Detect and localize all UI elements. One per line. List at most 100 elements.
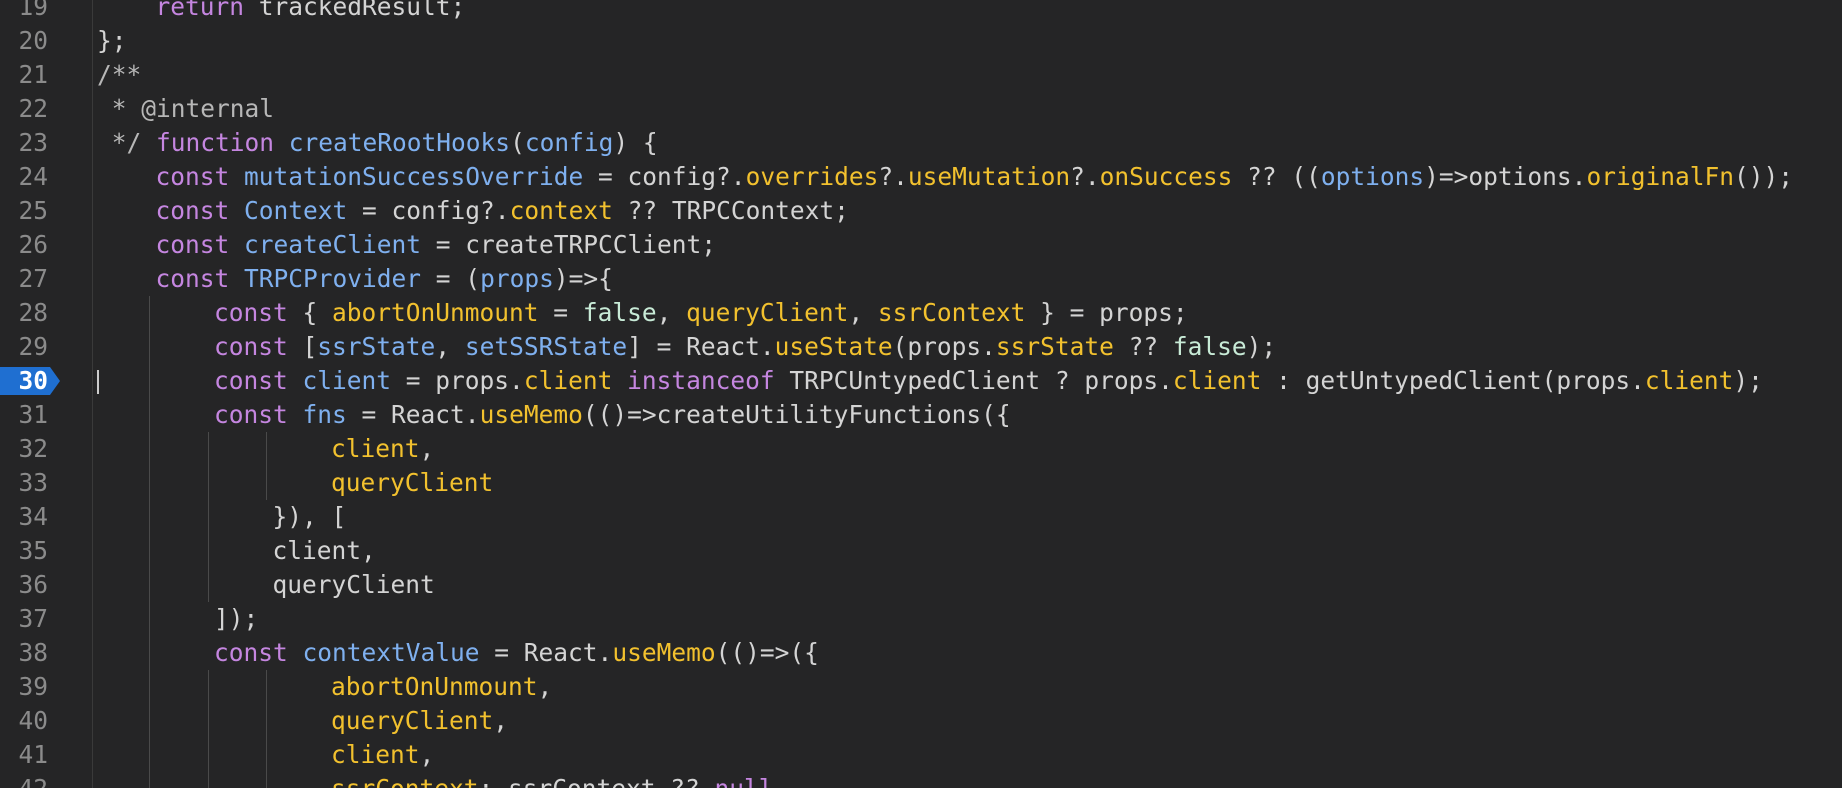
code-line[interactable]: 36 queryClient xyxy=(0,568,1842,602)
line-number: 20 xyxy=(18,26,48,55)
code-token: client xyxy=(523,366,613,395)
code-line[interactable]: 34}), [ xyxy=(0,500,1842,534)
code-token: , xyxy=(435,332,465,361)
code-line[interactable]: 21 /** xyxy=(0,58,1842,92)
code-line[interactable]: 26 const createClient = createTRPCClient; xyxy=(0,228,1842,262)
indent-guide xyxy=(266,670,267,704)
code-line[interactable]: 41 client, xyxy=(0,738,1842,772)
indent-guide xyxy=(149,772,150,788)
line-code: const [ssrState, setSSRState] = React.us… xyxy=(214,330,1276,364)
code-token: = config?. xyxy=(347,196,510,225)
code-line[interactable]: 32 client, xyxy=(0,432,1842,466)
code-token: setSSRState xyxy=(464,332,628,361)
indent-guide xyxy=(149,568,150,602)
code-token: = React. xyxy=(479,638,613,667)
line-number: 39 xyxy=(18,672,48,701)
code-token: /** xyxy=(97,60,142,89)
code-token: )=>options. xyxy=(1424,162,1587,191)
code-token: abortOnUnmount xyxy=(331,672,538,701)
indent-guide xyxy=(207,670,209,704)
code-line[interactable]: 30 const client = props.client instanceof… xyxy=(0,364,1842,398)
code-token: client xyxy=(302,366,392,395)
code-token: createClient xyxy=(244,230,422,259)
line-number: 36 xyxy=(18,570,48,599)
code-line[interactable]: 19 return trackedResult; xyxy=(0,0,1842,24)
code-token: context xyxy=(509,196,613,225)
code-line[interactable]: 31 const fns = React.useMemo(()=>createUt… xyxy=(0,398,1842,432)
code-token: , xyxy=(493,706,509,735)
line-code: ]); xyxy=(214,602,258,636)
code-token: null xyxy=(715,774,774,788)
code-editor[interactable]: 19 return trackedResult; 20}; 21/** 22 * @in… xyxy=(0,0,1842,788)
line-number: 24 xyxy=(18,162,48,191)
code-token: const xyxy=(214,638,288,667)
code-token: , xyxy=(537,672,553,701)
code-line[interactable]: 42 ssrContext: ssrContext ?? null xyxy=(0,772,1842,788)
indent-guide xyxy=(266,772,267,788)
code-line[interactable]: 29 const [ssrState, setSSRState] = React.… xyxy=(0,330,1842,364)
code-token: , xyxy=(419,434,435,463)
indent-guide xyxy=(207,500,209,534)
line-number: 25 xyxy=(18,196,48,225)
code-token: ); xyxy=(1733,366,1763,395)
code-line[interactable]: 23 */ function createRootHooks(config) { xyxy=(0,126,1842,160)
code-token: }; xyxy=(97,26,127,55)
indent-guide xyxy=(207,772,209,788)
code-token: config xyxy=(524,128,614,157)
code-line[interactable]: 33 queryClient xyxy=(0,466,1842,500)
code-token: return xyxy=(155,0,245,21)
code-token: ssrState xyxy=(317,332,436,361)
code-token: onSuccess xyxy=(1099,162,1233,191)
code-line[interactable]: 39 abortOnUnmount, xyxy=(0,670,1842,704)
line-code: client, xyxy=(273,534,376,568)
indent-guide xyxy=(207,738,209,772)
code-token: ?? (( xyxy=(1232,162,1321,191)
code-token: (()=>createUtilityFunctions({ xyxy=(582,400,1011,429)
code-line[interactable]: 40 queryClient, xyxy=(0,704,1842,738)
code-line[interactable]: 37]); xyxy=(0,602,1842,636)
code-token: const xyxy=(214,298,288,327)
line-number: 34 xyxy=(18,502,48,531)
breakpoint-marker[interactable]: 30 xyxy=(0,366,61,395)
code-token: ?. xyxy=(878,162,908,191)
indent-guide xyxy=(266,466,267,500)
code-line[interactable]: 27 const TRPCProvider = (props)=>{ xyxy=(0,262,1842,296)
line-number: 40 xyxy=(18,706,48,735)
code-token: = config?. xyxy=(583,162,746,191)
line-code: const contextValue = React.useMemo(()=>(… xyxy=(214,636,819,670)
line-number: 28 xyxy=(18,298,48,327)
code-token: trackedResult; xyxy=(244,0,466,21)
code-token: useMemo xyxy=(612,638,716,667)
code-line[interactable]: 25 const Context = config?.context ?? TRP… xyxy=(0,194,1842,228)
code-line[interactable]: 22 * @internal xyxy=(0,92,1842,126)
code-token: client xyxy=(331,740,420,769)
line-number: 30 xyxy=(18,366,48,395)
code-line[interactable]: 28 const { abortOnUnmount = false, queryC… xyxy=(0,296,1842,330)
line-number: 22 xyxy=(18,94,48,123)
code-token: queryClient xyxy=(331,468,494,497)
code-token: ) { xyxy=(613,128,658,157)
code-line[interactable]: 20}; xyxy=(0,24,1842,58)
code-token: [ xyxy=(287,332,318,361)
code-line[interactable]: 24 const mutationSuccessOverride = config… xyxy=(0,160,1842,194)
indent-guide xyxy=(149,296,150,330)
code-line[interactable]: 38 const contextValue = React.useMemo(()=… xyxy=(0,636,1842,670)
indent-guide xyxy=(207,534,209,568)
indent-guide xyxy=(149,432,150,466)
indent-guide xyxy=(266,704,267,738)
code-line[interactable]: 35 client, xyxy=(0,534,1842,568)
indent-guide xyxy=(149,500,150,534)
indent-guide xyxy=(149,534,150,568)
code-token: , xyxy=(419,740,435,769)
code-token: client xyxy=(1644,366,1734,395)
code-token: mutationSuccessOverride xyxy=(244,162,584,191)
code-token: queryClient xyxy=(272,570,435,599)
indent-guide xyxy=(149,330,150,364)
line-code: client, xyxy=(331,738,434,772)
code-token: ]); xyxy=(214,604,259,633)
code-token: overrides xyxy=(745,162,879,191)
line-number: 41 xyxy=(18,740,48,769)
code-token: = props. xyxy=(391,366,524,395)
line-number: 23 xyxy=(18,128,48,157)
